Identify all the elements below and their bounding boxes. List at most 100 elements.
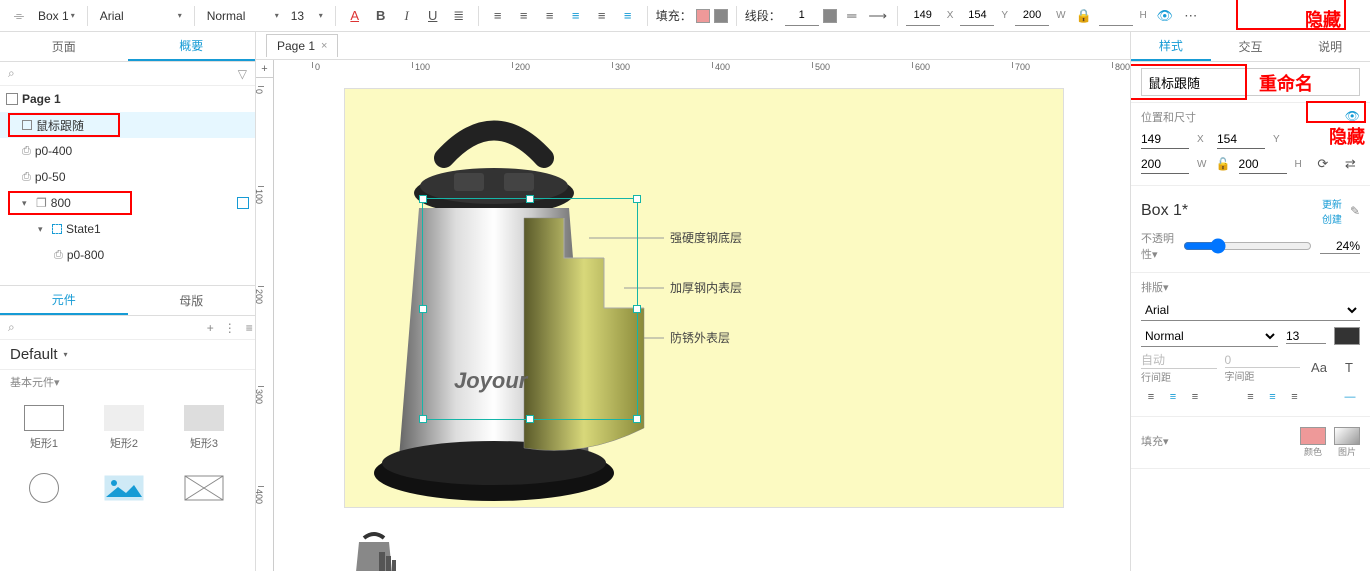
shape-placeholder[interactable] [164, 458, 244, 518]
opacity-slider[interactable] [1183, 238, 1312, 254]
add-lib-icon[interactable]: + [207, 321, 214, 335]
shape-rect1[interactable]: 矩形1 [4, 398, 84, 458]
style-manage-icon[interactable]: ✎ [1350, 204, 1360, 218]
outline-item-p0-800[interactable]: ⎙ p0-800 [0, 242, 255, 268]
lib-search-input[interactable] [23, 320, 199, 335]
selection-box[interactable] [422, 198, 638, 420]
element-name-dropdown[interactable]: Box 1▾ [34, 7, 79, 25]
lib-section-label[interactable]: 基本元件▾ [0, 370, 255, 394]
tab-outline[interactable]: 概要 [128, 32, 256, 61]
text-extra-icon[interactable]: — [1340, 388, 1360, 406]
resize-handle-nw[interactable] [419, 195, 427, 203]
text-valign-bottom[interactable]: ≡ [1285, 388, 1305, 406]
update-create-link[interactable]: 更新 创建 [1322, 196, 1342, 226]
bold-button[interactable]: B [370, 5, 392, 27]
outline-item-p0-400[interactable]: ⎙ p0-400 [0, 138, 255, 164]
shape-ellipse[interactable] [4, 458, 84, 518]
x-input[interactable] [906, 6, 940, 26]
text-align-left[interactable]: ≡ [1141, 388, 1161, 406]
letter-spacing-input[interactable]: 0 [1225, 353, 1301, 368]
h-input[interactable] [1099, 6, 1133, 26]
canvas[interactable]: Joyour 强硬度钢底层 加厚钢内表层 防锈外表层 [274, 78, 1130, 571]
search-icon[interactable]: ⌕ [8, 66, 15, 81]
lib-menu-icon[interactable]: ⋮ [224, 321, 236, 335]
weight-select[interactable]: Normal [1141, 325, 1278, 347]
rotate-button[interactable]: ⟳ [1313, 153, 1332, 175]
fontsize-dropdown[interactable]: 13▾ [287, 7, 327, 25]
expand-icon[interactable]: ▾ [22, 198, 32, 209]
pos-w-input[interactable] [1141, 154, 1189, 174]
stroke-width-input[interactable] [785, 6, 819, 26]
lib-options-icon[interactable]: ≡ [246, 321, 253, 335]
tab-notes[interactable]: 说明 [1290, 32, 1370, 61]
outline-page-row[interactable]: Page 1 [0, 86, 255, 112]
size-input[interactable] [1286, 329, 1326, 344]
tab-masters[interactable]: 母版 [128, 286, 256, 315]
fill-color-swatch-2[interactable] [714, 9, 728, 23]
fill-image-box[interactable] [1334, 427, 1360, 445]
text-align-center[interactable]: ≡ [1163, 388, 1183, 406]
more-button[interactable]: ⋯ [1180, 5, 1202, 27]
opacity-input[interactable] [1320, 239, 1360, 254]
shape-rect2[interactable]: 矩形2 [84, 398, 164, 458]
lock-aspect-icon[interactable]: 🔒 [1073, 5, 1095, 27]
resize-handle-ne[interactable] [633, 195, 641, 203]
text-valign-middle[interactable]: ≡ [1263, 388, 1283, 406]
text-options-icon[interactable]: Aa [1308, 357, 1330, 379]
valign-bottom-button[interactable]: ≡ [617, 5, 639, 27]
shape-rect3[interactable]: 矩形3 [164, 398, 244, 458]
outline-item-state1[interactable]: ▾ State1 [0, 216, 255, 242]
outline-search-input[interactable] [23, 66, 230, 81]
tab-widgets[interactable]: 元件 [0, 286, 128, 315]
align-right-button[interactable]: ≡ [539, 5, 561, 27]
text-more-icon[interactable]: T [1338, 357, 1360, 379]
outline-item-800[interactable]: ▾ ❐ 800 [0, 190, 255, 216]
pos-y-input[interactable] [1217, 129, 1265, 149]
valign-top-button[interactable]: ≡ [565, 5, 587, 27]
font-color-box[interactable] [1334, 327, 1360, 345]
expand-icon[interactable]: ▾ [38, 224, 48, 235]
shape-image[interactable] [84, 458, 164, 518]
w-input[interactable] [1015, 6, 1049, 26]
close-tab-icon[interactable]: × [321, 40, 327, 52]
fill-color-box[interactable] [1300, 427, 1326, 445]
tab-style[interactable]: 样式 [1131, 32, 1211, 61]
italic-button[interactable]: I [396, 5, 418, 27]
font-color-button[interactable]: A [344, 5, 366, 27]
tab-page[interactable]: 页面 [0, 32, 128, 61]
search-icon[interactable]: ⌕ [8, 320, 15, 335]
fill-section-label[interactable]: 填充▾ [1141, 433, 1169, 449]
weight-dropdown[interactable]: Normal▾ [203, 7, 283, 25]
filter-icon[interactable]: ▽ [238, 67, 247, 81]
line-height-input[interactable]: 自动 [1141, 351, 1217, 369]
underline-button[interactable]: U [422, 5, 444, 27]
style-name-input[interactable] [1141, 68, 1360, 96]
resize-handle-s[interactable] [526, 415, 534, 423]
text-valign-top[interactable]: ≡ [1241, 388, 1261, 406]
resize-handle-n[interactable] [526, 195, 534, 203]
valign-middle-button[interactable]: ≡ [591, 5, 613, 27]
stroke-color-swatch[interactable] [823, 9, 837, 23]
font-dropdown[interactable]: Arial▾ [96, 7, 186, 25]
resize-handle-e[interactable] [633, 305, 641, 313]
outline-item-mouse-follow[interactable]: 鼠标跟随 [0, 112, 255, 138]
resize-handle-w[interactable] [419, 305, 427, 313]
typography-label[interactable]: 排版▾ [1141, 279, 1360, 295]
visibility-eye-icon[interactable]: 👁 [1345, 109, 1360, 123]
text-align-right[interactable]: ≡ [1185, 388, 1205, 406]
y-input[interactable] [960, 6, 994, 26]
align-center-button[interactable]: ≡ [513, 5, 535, 27]
ruler-corner[interactable]: + [256, 60, 274, 78]
style-painter-icon[interactable]: ⌯ [8, 5, 30, 27]
outline-item-p0-50[interactable]: ⎙ p0-50 [0, 164, 255, 190]
fill-color-swatch[interactable] [696, 9, 710, 23]
resize-handle-sw[interactable] [419, 415, 427, 423]
opacity-label[interactable]: 不透明性▾ [1141, 230, 1175, 262]
font-select[interactable]: Arial [1141, 299, 1360, 321]
visibility-toggle-icon[interactable]: 👁 [1154, 5, 1176, 27]
lib-default-label[interactable]: Default [10, 346, 58, 363]
tab-interact[interactable]: 交互 [1211, 32, 1291, 61]
thumbnail-image[interactable] [344, 528, 404, 571]
resize-handle-se[interactable] [633, 415, 641, 423]
bullets-button[interactable]: ≣ [448, 5, 470, 27]
